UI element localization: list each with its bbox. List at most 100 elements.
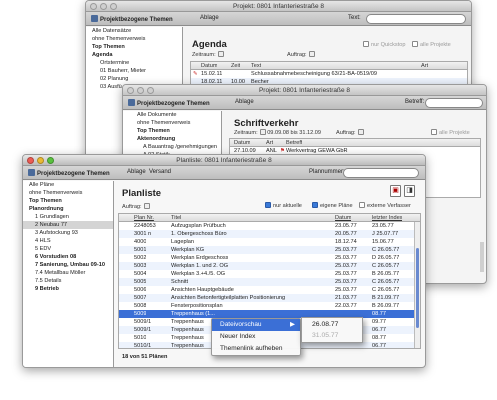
titlebar[interactable]: Planliste: 0801 Infanteriestraße 8 xyxy=(23,155,425,166)
sidebar-item[interactable]: 01 Bauherr, Mieter xyxy=(86,67,182,75)
sidebar-item[interactable]: 1 Grundlagen xyxy=(23,213,113,221)
menu-ablage[interactable]: Ablage xyxy=(127,169,146,175)
sidebar-item[interactable]: ohne Themenverweis xyxy=(123,119,221,127)
sidebar-item[interactable]: Top Themen xyxy=(23,197,113,205)
zeitraum-filter[interactable]: Zeitraum: 09.09.08 bis 31.12.09 xyxy=(234,129,321,136)
sidebar-item[interactable]: 4 HLS xyxy=(23,237,113,245)
table-row[interactable]: 5008 Fensterpositionsplan 22.03.77 B 26.09.… xyxy=(119,302,420,310)
zoom-icon[interactable] xyxy=(110,3,117,10)
column-header-index[interactable]: letzter Index xyxy=(372,214,402,222)
close-icon[interactable] xyxy=(127,87,134,94)
scrollbar-thumb[interactable] xyxy=(416,248,419,328)
column-header[interactable]: Art xyxy=(266,139,273,147)
table-row[interactable]: 5009 Treppenhaus (1... 08.77 xyxy=(119,310,420,318)
all-projects-checkbox[interactable]: alle Projekte xyxy=(412,41,451,48)
chevron-down-icon[interactable] xyxy=(217,51,224,57)
module-menu[interactable]: Projektbezogene Themen xyxy=(128,99,210,107)
menu-ablage[interactable]: Ablage xyxy=(200,15,219,21)
menu-ablage[interactable]: Ablage xyxy=(235,99,254,105)
pdf-icon[interactable]: ▣ xyxy=(390,185,401,197)
sidebar-item[interactable]: Top Themen xyxy=(86,43,182,51)
minimize-icon[interactable] xyxy=(37,157,44,164)
export-icon[interactable]: ◨ xyxy=(404,185,415,197)
table-row[interactable]: 5007 Ansichten Betonfertigteilplatten Pos… xyxy=(119,294,420,302)
zoom-icon[interactable] xyxy=(47,157,54,164)
sidebar-item[interactable]: Agenda xyxy=(86,51,182,59)
sidebar-item[interactable]: Alle Datensätze xyxy=(86,27,182,35)
table-row[interactable]: 5001 Werkplan KG 25.03.77 C 26.05.77 xyxy=(119,246,420,254)
checkbox-icon[interactable] xyxy=(363,41,369,47)
column-header[interactable]: Zeit xyxy=(231,62,240,70)
checkbox-icon[interactable] xyxy=(359,202,365,208)
sidebar-item[interactable]: 2 Neubau 77 xyxy=(23,221,113,229)
submenu-item-version[interactable]: 26.08.77 xyxy=(302,319,362,330)
scrollbar[interactable] xyxy=(414,222,420,348)
quickstop-checkbox[interactable]: nur Quickstop xyxy=(363,41,406,48)
table-row[interactable]: 5004 Werkplan 3.+4./5. OG 25.03.77 B 26.05.… xyxy=(119,270,420,278)
close-icon[interactable] xyxy=(27,157,34,164)
chevron-down-icon[interactable] xyxy=(308,51,315,57)
zeitraum-filter[interactable]: Zeitraum: xyxy=(192,51,224,58)
column-header-plan-nr[interactable]: Plan Nr. xyxy=(134,214,154,222)
menu-item-themenlink-aufheben[interactable]: Themenlink aufheben xyxy=(212,343,300,355)
titlebar[interactable]: Projekt: 0801 Infanteriestraße 8 xyxy=(86,1,471,12)
titlebar[interactable]: Projekt: 0801 Infanteriestraße 8 xyxy=(123,85,486,96)
checkbox-icon[interactable] xyxy=(312,202,318,208)
checkbox-icon[interactable] xyxy=(431,129,437,135)
chevron-down-icon[interactable] xyxy=(357,129,364,135)
close-icon[interactable] xyxy=(90,3,97,10)
table-row[interactable]: 2248053 Aufzugsplan Prüfbuch 23.05.77 23.05… xyxy=(119,222,420,230)
plannummer-input[interactable] xyxy=(343,168,419,178)
table-row[interactable]: ✎ 15.02.11 Schlussabnahmebescheinigung 6… xyxy=(191,70,467,78)
column-header[interactable]: Art xyxy=(421,62,428,70)
module-menu[interactable]: Projektbezogene Themen xyxy=(28,169,110,177)
sidebar-item[interactable]: Ortstermine xyxy=(86,59,182,67)
sidebar-item[interactable]: 7 Sanierung, Umbau 09-10 xyxy=(23,261,113,269)
chevron-down-icon[interactable] xyxy=(259,129,266,135)
auftrag-filter[interactable]: Auftrag: xyxy=(122,203,150,210)
external-authors-checkbox[interactable]: externe Verfasser xyxy=(359,202,411,209)
sidebar-item[interactable]: Alle Pläne xyxy=(23,181,113,189)
menu-item-neuer-index[interactable]: Neuer Index xyxy=(212,331,300,343)
table-row[interactable]: 3001 n 1. Obergeschoss Büro 20.05.77 J 25.0… xyxy=(119,230,420,238)
sidebar-item[interactable]: ohne Themenverweis xyxy=(86,35,182,43)
sidebar-item[interactable]: 6 Vorstudien 08 xyxy=(23,253,113,261)
column-header[interactable]: Text xyxy=(251,62,261,70)
zoom-icon[interactable] xyxy=(147,87,154,94)
text-search-input[interactable] xyxy=(366,14,466,24)
column-header[interactable]: Datum xyxy=(201,62,217,70)
sidebar-item[interactable]: 7.5 Details xyxy=(23,277,113,285)
auftrag-filter[interactable]: Auftrag: xyxy=(287,51,315,58)
own-plans-checkbox[interactable]: eigene Pläne xyxy=(312,202,353,209)
column-header[interactable]: Datum xyxy=(234,139,250,147)
minimize-icon[interactable] xyxy=(137,87,144,94)
sidebar-item[interactable]: A Bauantrag /genehmigungen xyxy=(123,143,221,151)
table-row[interactable]: 5003 Werkplan 1. und 2. OG 25.03.77 C 26.05… xyxy=(119,262,420,270)
auftrag-filter[interactable]: Auftrag: xyxy=(336,129,364,136)
sidebar-item[interactable]: 5 EDV xyxy=(23,245,113,253)
sidebar-item[interactable]: 02 Planung xyxy=(86,75,182,83)
column-header-date[interactable]: Datum xyxy=(335,214,351,222)
all-projects-checkbox[interactable]: alle Projekte xyxy=(431,129,470,136)
sidebar-item[interactable]: 7.4 Metallbau Möller xyxy=(23,269,113,277)
scrollbar[interactable] xyxy=(480,242,484,272)
sidebar-item[interactable]: ohne Themenverweis xyxy=(23,189,113,197)
betreff-search-input[interactable] xyxy=(425,98,483,108)
sidebar-item[interactable]: 9 Betrieb xyxy=(23,285,113,293)
minimize-icon[interactable] xyxy=(100,3,107,10)
current-only-checkbox[interactable]: nur aktuelle xyxy=(265,202,302,209)
menu-item-dateivorschau[interactable]: Dateivorschau ▶ xyxy=(212,319,300,331)
sidebar-item[interactable]: Top Themen xyxy=(123,127,221,135)
table-row[interactable]: 5005 Schnitt 25.03.77 C 26.05.77 xyxy=(119,278,420,286)
table-row[interactable]: 5006 Ansichten Hauptgebäude 25.03.77 C 26.0… xyxy=(119,286,420,294)
column-header-title[interactable]: Titel xyxy=(171,214,181,222)
sidebar-item[interactable]: 3 Aufstockung 93 xyxy=(23,229,113,237)
column-header[interactable]: Betreff xyxy=(286,139,302,147)
module-menu[interactable]: Projektbezogene Themen xyxy=(91,15,173,23)
checkbox-icon[interactable] xyxy=(265,202,271,208)
sidebar-item[interactable]: Aktenordnung xyxy=(123,135,221,143)
sidebar-item[interactable]: Alle Dokumente xyxy=(123,111,221,119)
table-row[interactable]: 4000 Lageplan 18.12.74 15.06.77 xyxy=(119,238,420,246)
menu-versand[interactable]: Versand xyxy=(149,169,171,175)
checkbox-icon[interactable] xyxy=(412,41,418,47)
